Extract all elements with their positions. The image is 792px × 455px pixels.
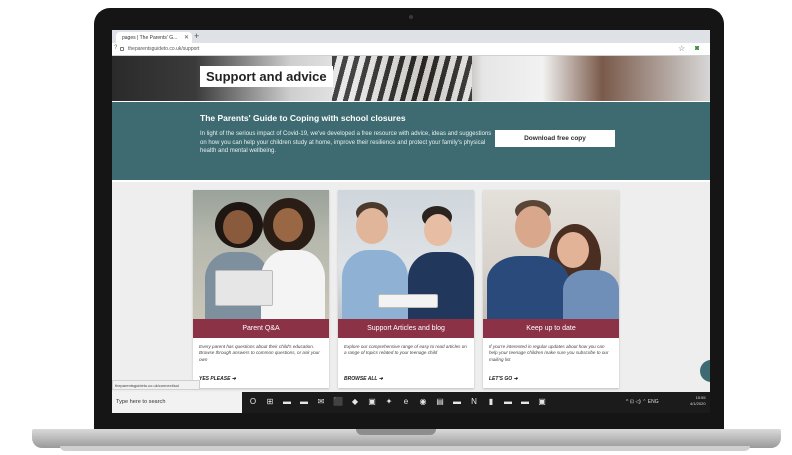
taskbar-app-icon[interactable]: ▬ (299, 397, 309, 407)
url-text[interactable]: theparentsguideto.co.uk/support (128, 46, 199, 52)
torso-shape (408, 252, 474, 319)
table-shape (378, 294, 438, 308)
taskbar-app-icon[interactable]: N (469, 397, 479, 407)
card-label: Keep up to date (483, 319, 619, 338)
face-shape (424, 214, 452, 246)
face-shape (223, 210, 253, 244)
face-shape (356, 208, 388, 244)
face-shape (273, 208, 303, 242)
taskbar-search-input[interactable]: Type here to search (112, 392, 242, 413)
card-photo (193, 190, 329, 319)
banner-text: In light of the serious impact of Covid-… (200, 131, 492, 155)
card-keep-up-to-date[interactable]: Keep up to date If you're interested in … (483, 190, 619, 388)
screen: pages | The Parents' G... ✕ + ? theparen… (112, 30, 710, 413)
system-tray[interactable]: ^ ⊡ ◁) ⌃ ENG (626, 399, 659, 405)
torso-shape (563, 270, 619, 319)
face-shape (557, 232, 589, 268)
taskbar-app-icon[interactable]: ✉ (316, 397, 326, 407)
new-tab-button[interactable]: + (194, 31, 199, 41)
laptop-base-shadow (60, 446, 750, 451)
browser-tab[interactable]: pages | The Parents' G... ✕ (116, 32, 192, 43)
webcam (409, 15, 413, 19)
status-url-tooltip: theparentsguideto.co.uk/connect/sui (112, 380, 200, 390)
back-icon[interactable]: ? (114, 45, 117, 51)
taskbar-clock[interactable]: 15:55 4/1/2020 (690, 395, 706, 407)
hero-stripes (332, 56, 472, 101)
card-text: Every parent has questions about their c… (199, 344, 320, 362)
extension-icon[interactable]: ◙ (695, 45, 699, 52)
taskbar-app-icon[interactable]: ▤ (435, 397, 445, 407)
card-link[interactable]: BROWSE ALL ➜ (344, 376, 383, 382)
taskbar-app-icon[interactable]: O (248, 397, 258, 407)
taskbar-app-icon[interactable]: ▮ (486, 397, 496, 407)
card-support-articles[interactable]: Support Articles and blog Explore our co… (338, 190, 474, 388)
card-photo (483, 190, 619, 319)
taskbar-app-icon[interactable]: ▬ (520, 397, 530, 407)
taskbar-app-icon[interactable]: ▣ (367, 397, 377, 407)
taskbar-app-icon[interactable]: ◆ (350, 397, 360, 407)
page-title: Support and advice (200, 66, 333, 87)
laptop-mockup: pages | The Parents' G... ✕ + ? theparen… (0, 0, 792, 455)
download-button[interactable]: Download free copy (495, 130, 615, 147)
card-link[interactable]: LET'S GO ➜ (489, 376, 518, 382)
clock-date: 4/1/2020 (690, 401, 706, 406)
face-shape (515, 206, 551, 248)
star-icon[interactable]: ☆ (678, 44, 685, 53)
torso-shape (342, 250, 408, 319)
taskbar-app-icon[interactable]: ▣ (537, 397, 547, 407)
banner-title: The Parents' Guide to Coping with school… (200, 113, 406, 123)
taskbar-app-icon[interactable]: ⬛ (333, 397, 343, 407)
tab-title: pages | The Parents' G... (122, 35, 178, 41)
taskbar-app-icon[interactable]: ✦ (384, 397, 394, 407)
lock-icon (120, 47, 124, 51)
taskbar-app-icon[interactable]: ▬ (452, 397, 462, 407)
hero-image: Support and advice (112, 56, 710, 101)
closures-banner: The Parents' Guide to Coping with school… (112, 102, 710, 180)
taskbar-app-icon[interactable]: ◉ (418, 397, 428, 407)
cards-section: Parent Q&A Every parent has questions ab… (112, 182, 710, 392)
card-text: If you're interested in regular updates … (489, 344, 609, 362)
taskbar-app-icon[interactable]: ⊞ (265, 397, 275, 407)
tab-bar: pages | The Parents' G... ✕ + (112, 30, 710, 43)
close-icon[interactable]: ✕ (184, 34, 189, 41)
card-text: Explore our comprehensive range of easy … (344, 344, 467, 356)
taskbar-app-icon[interactable]: ▬ (503, 397, 513, 407)
taskbar-app-icon[interactable]: e (401, 397, 411, 407)
windows-taskbar: Type here to search O ⊞ ▬ ▬ ✉ ⬛ ◆ ▣ ✦ e ◉ ▤ ▬ N ▮ ▬ ▬ ▣ ^… (112, 392, 710, 413)
card-label: Support Articles and blog (338, 319, 474, 338)
laptop-shape (215, 270, 273, 306)
laptop-notch (356, 429, 436, 435)
torso-shape (487, 256, 569, 319)
card-parent-qa[interactable]: Parent Q&A Every parent has questions ab… (193, 190, 329, 388)
card-photo (338, 190, 474, 319)
card-label: Parent Q&A (193, 319, 329, 338)
card-link[interactable]: YES PLEASE ➜ (199, 376, 236, 382)
taskbar-app-icon[interactable]: ▬ (282, 397, 292, 407)
address-bar[interactable]: ? theparentsguideto.co.uk/support ☆ ◙ (112, 43, 710, 56)
